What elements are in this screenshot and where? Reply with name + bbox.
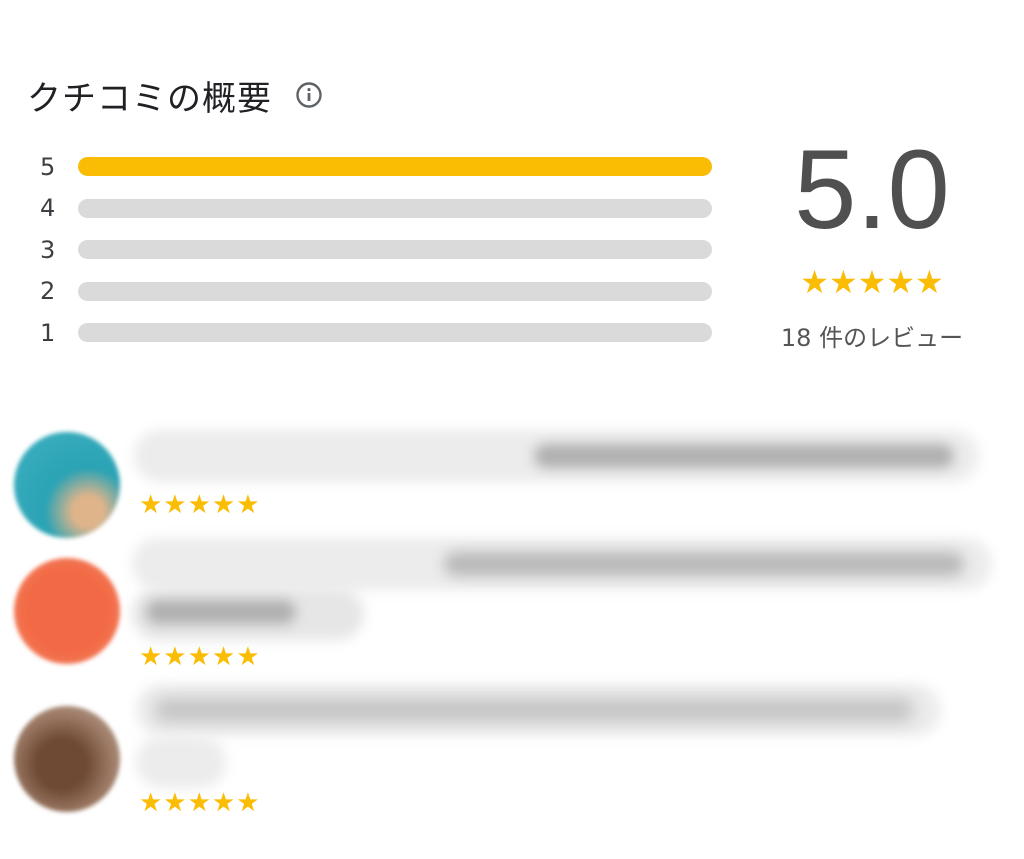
- avatar[interactable]: [14, 558, 120, 664]
- rating-summary: 5.0 ★★★★★ 18 件のレビュー: [752, 130, 992, 353]
- avatar[interactable]: [14, 706, 120, 812]
- histogram-bar-track: [78, 323, 712, 343]
- histogram-bar-track: [78, 157, 712, 177]
- review-item[interactable]: ★★★★★: [14, 430, 1004, 540]
- review-text-blurred: [146, 600, 296, 624]
- histogram-bar-track: [78, 198, 712, 218]
- review-text-blurred: [136, 736, 226, 788]
- average-star-rating: ★★★★★: [800, 263, 944, 301]
- review-item[interactable]: ★★★★★: [14, 684, 1004, 824]
- histogram-bar-track: [78, 240, 712, 260]
- average-rating: 5.0: [794, 127, 950, 252]
- histogram-bar-track: [78, 281, 712, 301]
- reviews-summary-header: クチコミの概要: [27, 70, 324, 120]
- histogram-row-1[interactable]: 1: [40, 312, 720, 354]
- review-count-link[interactable]: 18 件のレビュー: [752, 318, 992, 353]
- rating-histogram: 5 4 3 2 1: [40, 146, 720, 354]
- histogram-label: 3: [40, 235, 56, 264]
- review-star-rating: ★★★★★: [139, 642, 261, 672]
- review-text-blurred: [444, 552, 964, 576]
- histogram-label: 5: [40, 152, 56, 181]
- review-star-rating: ★★★★★: [139, 490, 261, 520]
- histogram-label: 1: [40, 318, 56, 347]
- histogram-label: 2: [40, 277, 56, 306]
- avatar[interactable]: [14, 432, 120, 538]
- histogram-row-5[interactable]: 5: [40, 146, 720, 188]
- histogram-row-2[interactable]: 2: [40, 271, 720, 313]
- histogram-row-4[interactable]: 4: [40, 188, 720, 230]
- histogram-label: 4: [40, 194, 56, 223]
- section-title: クチコミの概要: [27, 78, 272, 119]
- review-item[interactable]: ★★★★★: [14, 538, 1004, 678]
- histogram-row-3[interactable]: 3: [40, 229, 720, 271]
- review-star-rating: ★★★★★: [139, 788, 261, 818]
- histogram-bar-fill: [78, 157, 712, 177]
- review-text-blurred: [154, 698, 914, 722]
- info-icon[interactable]: [294, 80, 324, 110]
- review-text-blurred: [534, 444, 954, 468]
